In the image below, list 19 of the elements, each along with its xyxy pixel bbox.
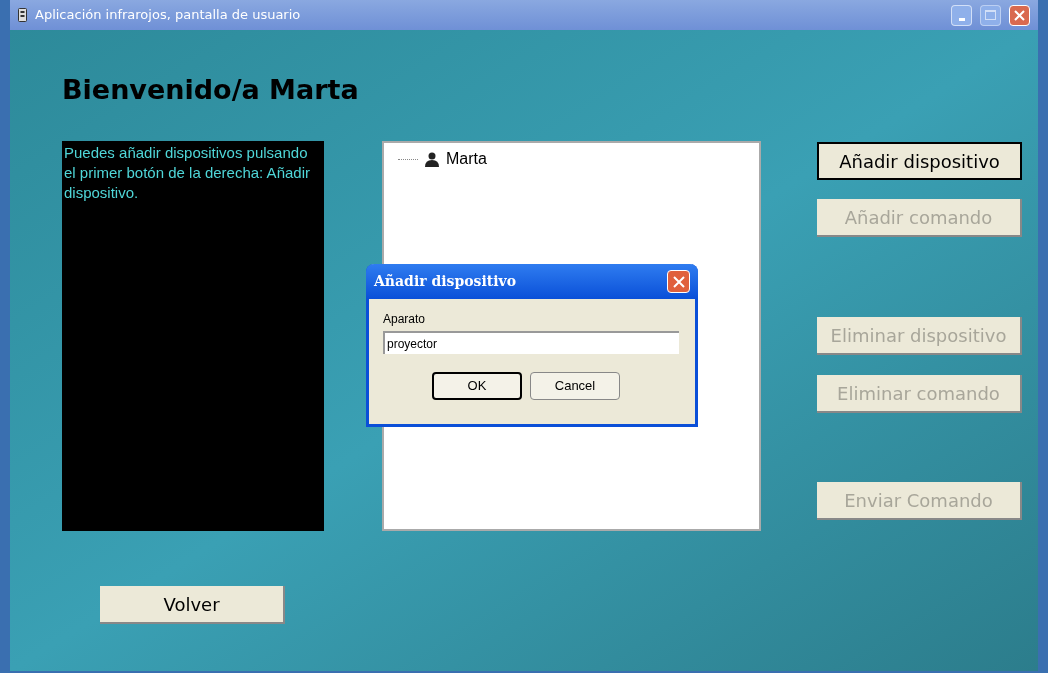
dialog-button[interactable]: Cancel	[530, 372, 620, 400]
close-icon	[672, 275, 685, 288]
close-icon	[1014, 9, 1025, 21]
close-button[interactable]	[1009, 4, 1030, 26]
minimize-button[interactable]	[951, 4, 972, 26]
app-icon	[18, 8, 27, 22]
field-label: Aparato	[383, 313, 427, 325]
help-text: Puedes añadir dispositivos pulsando el primer botón de la derecha: Añadir dispositivo.	[62, 141, 324, 531]
close-button[interactable]	[667, 270, 690, 293]
welcome-heading: Bienvenido/a Marta	[62, 76, 360, 107]
back-button[interactable]: Volver	[100, 586, 285, 624]
window-title: Aplicación infrarojos, pantalla de usuario	[35, 6, 302, 25]
tree-item[interactable]: Marta	[446, 147, 487, 171]
maximize-button[interactable]	[980, 4, 1001, 26]
user-icon	[424, 151, 440, 167]
action-button[interactable]: Añadir dispositivo	[817, 142, 1022, 180]
dialog-title: Añadir dispositivo	[374, 272, 518, 291]
device-name-field[interactable]: proyector	[383, 331, 679, 354]
dialog-button[interactable]: OK	[432, 372, 522, 400]
